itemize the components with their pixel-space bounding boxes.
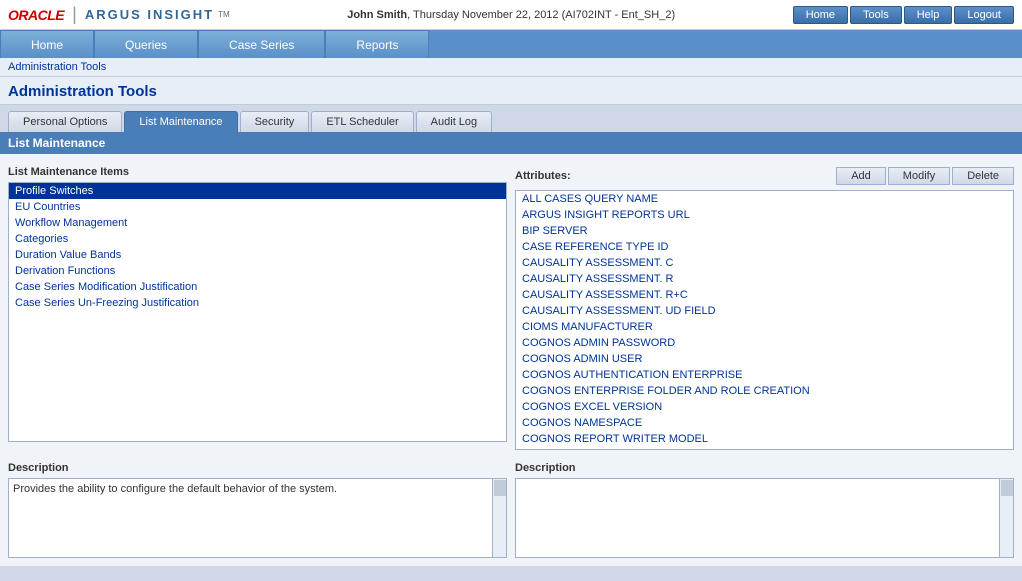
main-nav: Home Queries Case Series Reports — [0, 30, 1022, 58]
user-name: John Smith — [347, 9, 407, 21]
desc-left: Description Provides the ability to conf… — [8, 458, 507, 558]
tab-personal-options[interactable]: Personal Options — [8, 111, 122, 132]
delete-button[interactable]: Delete — [952, 167, 1014, 185]
oracle-logo: ORACLE — [8, 7, 64, 23]
scrollbar-thumb — [1001, 480, 1013, 496]
attribute-item[interactable]: CAUSALITY ASSESSMENT. C — [516, 255, 1013, 271]
attribute-item[interactable]: BIP SERVER — [516, 223, 1013, 239]
attribute-item[interactable]: COGNOS EXCEL VERSION — [516, 399, 1013, 415]
desc-left-header: Description — [8, 458, 507, 478]
content-area: List Maintenance Items Profile Switches … — [0, 154, 1022, 566]
desc-right-box — [515, 478, 1014, 558]
attribute-item[interactable]: COGNOS ADMIN PASSWORD — [516, 335, 1013, 351]
list-item[interactable]: Profile Switches — [9, 183, 506, 199]
logo-separator: | — [72, 4, 77, 25]
list-item[interactable]: Categories — [9, 231, 506, 247]
main-tab-case-series[interactable]: Case Series — [198, 30, 325, 58]
top-bar: ORACLE | ARGUS INSIGHT TM John Smith, Th… — [0, 0, 1022, 30]
modify-button[interactable]: Modify — [888, 167, 950, 185]
section-header: List Maintenance — [0, 132, 1022, 154]
desc-left-scrollbar[interactable] — [492, 479, 506, 557]
desc-left-box: Provides the ability to configure the de… — [8, 478, 507, 558]
attribute-item[interactable]: COGNOS NAMESPACE — [516, 415, 1013, 431]
page-title-bar: Administration Tools — [0, 77, 1022, 105]
trademark-symbol: TM — [218, 10, 230, 19]
desc-right: Description — [515, 458, 1014, 558]
attributes-list[interactable]: ALL CASES QUERY NAME ARGUS INSIGHT REPOR… — [515, 190, 1014, 450]
tools-button[interactable]: Tools — [850, 6, 902, 24]
list-item[interactable]: Case Series Modification Justification — [9, 279, 506, 295]
tab-list-maintenance[interactable]: List Maintenance — [124, 111, 237, 132]
list-item[interactable]: EU Countries — [9, 199, 506, 215]
descriptions-area: Description Provides the ability to conf… — [8, 458, 1014, 558]
tab-security[interactable]: Security — [240, 111, 310, 132]
attribute-item[interactable]: COGNOS ENTERPRISE FOLDER AND ROLE CREATI… — [516, 383, 1013, 399]
attribute-item[interactable]: COGNOS AUTHENTICATION ENTERPRISE — [516, 367, 1013, 383]
add-button[interactable]: Add — [836, 167, 886, 185]
list-item[interactable]: Workflow Management — [9, 215, 506, 231]
logout-button[interactable]: Logout — [954, 6, 1014, 24]
main-tab-reports[interactable]: Reports — [325, 30, 429, 58]
desc-right-scrollbar[interactable] — [999, 479, 1013, 557]
attribute-item[interactable]: COGNOS REPORT WRITER MODEL — [516, 431, 1013, 447]
attribute-item[interactable]: CAUSALITY ASSESSMENT. UD FIELD — [516, 303, 1013, 319]
attributes-header: Attributes: — [515, 166, 571, 186]
user-info: John Smith, Thursday November 22, 2012 (… — [230, 9, 793, 21]
product-name: ARGUS INSIGHT — [85, 7, 214, 22]
main-tab-queries[interactable]: Queries — [94, 30, 198, 58]
main-content: Personal Options List Maintenance Securi… — [0, 105, 1022, 566]
attribute-item[interactable]: ALL CASES QUERY NAME — [516, 191, 1013, 207]
right-panel-header: Attributes: Add Modify Delete — [515, 162, 1014, 190]
desc-right-header: Description — [515, 458, 1014, 478]
list-item[interactable]: Case Series Un-Freezing Justification — [9, 295, 506, 311]
breadcrumb-link[interactable]: Administration Tools — [8, 61, 106, 73]
help-button[interactable]: Help — [904, 6, 953, 24]
attribute-item[interactable]: CAUSALITY ASSESSMENT. R — [516, 271, 1013, 287]
main-tab-home[interactable]: Home — [0, 30, 94, 58]
home-button[interactable]: Home — [793, 6, 848, 24]
attribute-item[interactable]: CASE REFERENCE TYPE ID — [516, 239, 1013, 255]
scrollbar-thumb — [494, 480, 506, 496]
right-panel: Attributes: Add Modify Delete ALL CASES … — [515, 162, 1014, 450]
user-date: , Thursday November 22, 2012 (AI702INT -… — [407, 9, 675, 21]
attribute-item[interactable]: CIOMS MANUFACTURER — [516, 319, 1013, 335]
left-panel: List Maintenance Items Profile Switches … — [8, 162, 507, 450]
tab-etl-scheduler[interactable]: ETL Scheduler — [311, 111, 413, 132]
attribute-item[interactable]: COGNOS SERVER — [516, 447, 1013, 450]
logo-area: ORACLE | ARGUS INSIGHT TM — [8, 4, 230, 25]
attribute-item[interactable]: ARGUS INSIGHT REPORTS URL — [516, 207, 1013, 223]
attribute-item[interactable]: COGNOS ADMIN USER — [516, 351, 1013, 367]
list-item[interactable]: Duration Value Bands — [9, 247, 506, 263]
action-buttons: Add Modify Delete — [836, 167, 1014, 185]
list-maintenance-items[interactable]: Profile Switches EU Countries Workflow M… — [8, 182, 507, 442]
sub-tabs: Personal Options List Maintenance Securi… — [0, 105, 1022, 132]
page-title: Administration Tools — [8, 83, 157, 100]
attribute-item[interactable]: CAUSALITY ASSESSMENT. R+C — [516, 287, 1013, 303]
lists-area: List Maintenance Items Profile Switches … — [8, 162, 1014, 450]
tab-audit-log[interactable]: Audit Log — [416, 111, 492, 132]
left-panel-header: List Maintenance Items — [8, 162, 507, 182]
breadcrumb: Administration Tools — [0, 58, 1022, 77]
top-nav-buttons: Home Tools Help Logout — [793, 6, 1014, 24]
list-item[interactable]: Derivation Functions — [9, 263, 506, 279]
desc-left-text: Provides the ability to configure the de… — [13, 483, 337, 495]
